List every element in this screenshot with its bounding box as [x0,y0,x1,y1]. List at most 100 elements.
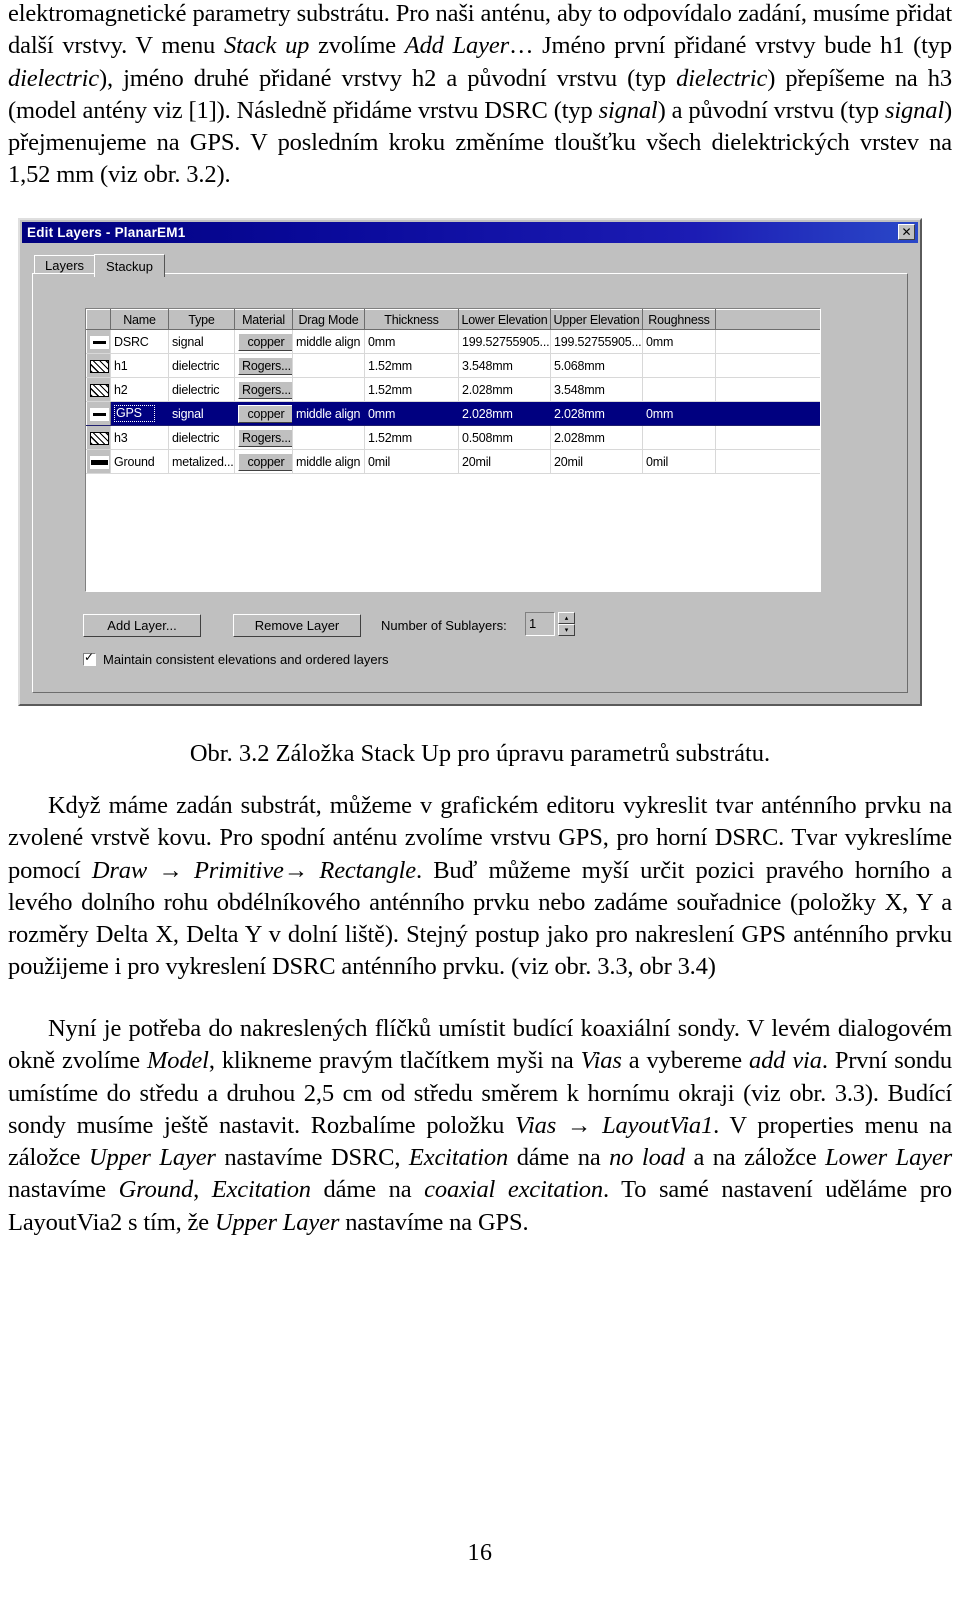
cell-upper-elevation[interactable]: 3.548mm [550,377,643,402]
chevron-up-icon[interactable]: ▴ [558,612,575,624]
cell-lower-elevation[interactable]: 2.028mm [458,401,551,426]
cell-material[interactable]: Rogers... [234,353,293,378]
p1-text-6: ) a původní vrstvu (typ [657,96,885,124]
cell-thickness[interactable]: 1.52mm [364,425,459,450]
sublayers-stepper[interactable]: ▴ ▾ [558,612,575,636]
cell-lower-elevation[interactable]: 0.508mm [458,425,551,450]
chevron-down-icon[interactable]: ▾ [558,624,575,636]
col-header-thickness[interactable]: Thickness [364,309,459,330]
cell-roughness[interactable]: 0mm [642,329,716,354]
col-header-upper-elevation[interactable]: Upper Elevation [550,309,643,330]
dielectric-layer-icon[interactable] [86,425,111,450]
ground-layer-icon[interactable] [86,449,111,474]
table-row[interactable]: GPS signal copper middle align 0mm 2.028… [86,401,820,426]
cell-type[interactable]: dielectric [168,425,235,450]
p3-text-9: nastavíme [8,1176,119,1204]
maintain-elevations-label: Maintain consistent elevations and order… [103,652,389,667]
col-header-lower-elevation[interactable]: Lower Elevation [458,309,551,330]
cell-lower-elevation[interactable]: 2.028mm [458,377,551,402]
cell-roughness[interactable] [642,377,716,402]
cell-name[interactable]: h1 [110,353,169,378]
cell-material[interactable]: copper [234,401,293,426]
material-button[interactable]: Rogers... [238,380,292,399]
cell-thickness[interactable]: 0mil [364,449,459,474]
cell-type[interactable]: signal [168,329,235,354]
remove-layer-button[interactable]: Remove Layer [233,614,361,637]
cell-lower-elevation[interactable]: 20mil [458,449,551,474]
material-button[interactable]: Rogers... [238,428,292,447]
p3-em-layoutvia1: LayoutVia1 [602,1111,714,1139]
cell-type[interactable]: metalized... [168,449,235,474]
cell-name[interactable]: DSRC [110,329,169,354]
cell-material[interactable]: copper [234,449,293,474]
tab-stackup[interactable]: Stackup [94,254,166,277]
col-header-roughness[interactable]: Roughness [642,309,716,330]
table-row[interactable]: h3 dielectric Rogers... 1.52mm 0.508mm 2… [86,425,820,450]
material-button[interactable]: copper [238,404,292,423]
cell-drag-mode[interactable] [292,353,365,378]
p3-text-7: dáme na [508,1144,610,1172]
signal-layer-icon[interactable] [86,401,111,426]
cell-roughness[interactable] [642,425,716,450]
col-header-material[interactable]: Material [234,309,293,330]
cell-upper-elevation[interactable]: 199.52755905... [550,329,643,354]
p1-em-stack-up: Stack up [223,32,310,60]
p3-text-13: nastavíme na GPS. [339,1208,529,1236]
close-icon[interactable]: ✕ [898,224,915,240]
cell-upper-elevation[interactable]: 20mil [550,449,643,474]
dielectric-layer-icon[interactable] [86,353,111,378]
layers-grid[interactable]: Name Type Material Drag Mode Thickness L… [85,308,821,592]
p3-text-8: a na záložce [684,1144,826,1172]
sublayers-input[interactable]: 1 [525,612,555,636]
cell-drag-mode[interactable] [292,425,365,450]
cell-name[interactable]: h3 [110,425,169,450]
table-row[interactable]: h1 dielectric Rogers... 1.52mm 3.548mm 5… [86,353,820,378]
material-button[interactable]: copper [238,332,292,351]
cell-drag-mode[interactable]: middle align [292,329,365,354]
cell-material[interactable]: Rogers... [234,377,293,402]
col-header-type[interactable]: Type [168,309,235,330]
cell-drag-mode[interactable] [292,377,365,402]
material-button[interactable]: Rogers... [238,356,292,375]
material-button[interactable]: copper [238,452,292,471]
cell-roughness[interactable]: 0mm [642,401,716,426]
cell-type[interactable]: signal [168,401,235,426]
p3-em-upper-layer-1: Upper Layer [88,1144,216,1172]
p2-arrow-1: → [147,856,194,884]
cell-upper-elevation[interactable]: 2.028mm [550,401,643,426]
tab-layers[interactable]: Layers [34,255,96,275]
dielectric-layer-icon[interactable] [86,377,111,402]
cell-upper-elevation[interactable]: 2.028mm [550,425,643,450]
col-header-name[interactable]: Name [110,309,169,330]
table-row[interactable]: h2 dielectric Rogers... 1.52mm 2.028mm 3… [86,377,820,402]
cell-drag-mode[interactable]: middle align [292,401,365,426]
cell-thickness[interactable]: 1.52mm [364,377,459,402]
maintain-elevations-row[interactable]: Maintain consistent elevations and order… [83,651,389,667]
add-layer-button[interactable]: Add Layer... [83,614,201,637]
cell-roughness[interactable]: 0mil [642,449,716,474]
table-row[interactable]: Ground metalized... copper middle align … [86,449,820,474]
cell-thickness[interactable]: 0mm [364,401,459,426]
cell-name[interactable]: Ground [110,449,169,474]
cell-spacer [715,377,820,402]
cell-lower-elevation[interactable]: 199.52755905... [458,329,551,354]
cell-name[interactable]: h2 [110,377,169,402]
edit-layers-dialog: Edit Layers - PlanarEM1 ✕ Layers Stackup [18,218,922,706]
cell-type[interactable]: dielectric [168,353,235,378]
cell-spacer [715,329,820,354]
cell-upper-elevation[interactable]: 5.068mm [550,353,643,378]
table-row[interactable]: DSRC signal copper middle align 0mm 199.… [86,329,820,354]
cell-roughness[interactable] [642,353,716,378]
maintain-elevations-checkbox[interactable] [83,651,96,666]
cell-type[interactable]: dielectric [168,377,235,402]
cell-material[interactable]: copper [234,329,293,354]
cell-name[interactable]: GPS [110,401,169,426]
col-header-drag-mode[interactable]: Drag Mode [292,309,365,330]
cell-drag-mode[interactable]: middle align [292,449,365,474]
cell-material[interactable]: Rogers... [234,425,293,450]
cell-thickness[interactable]: 1.52mm [364,353,459,378]
col-header-icon[interactable] [86,309,111,330]
cell-lower-elevation[interactable]: 3.548mm [458,353,551,378]
cell-thickness[interactable]: 0mm [364,329,459,354]
signal-layer-icon[interactable] [86,329,111,354]
